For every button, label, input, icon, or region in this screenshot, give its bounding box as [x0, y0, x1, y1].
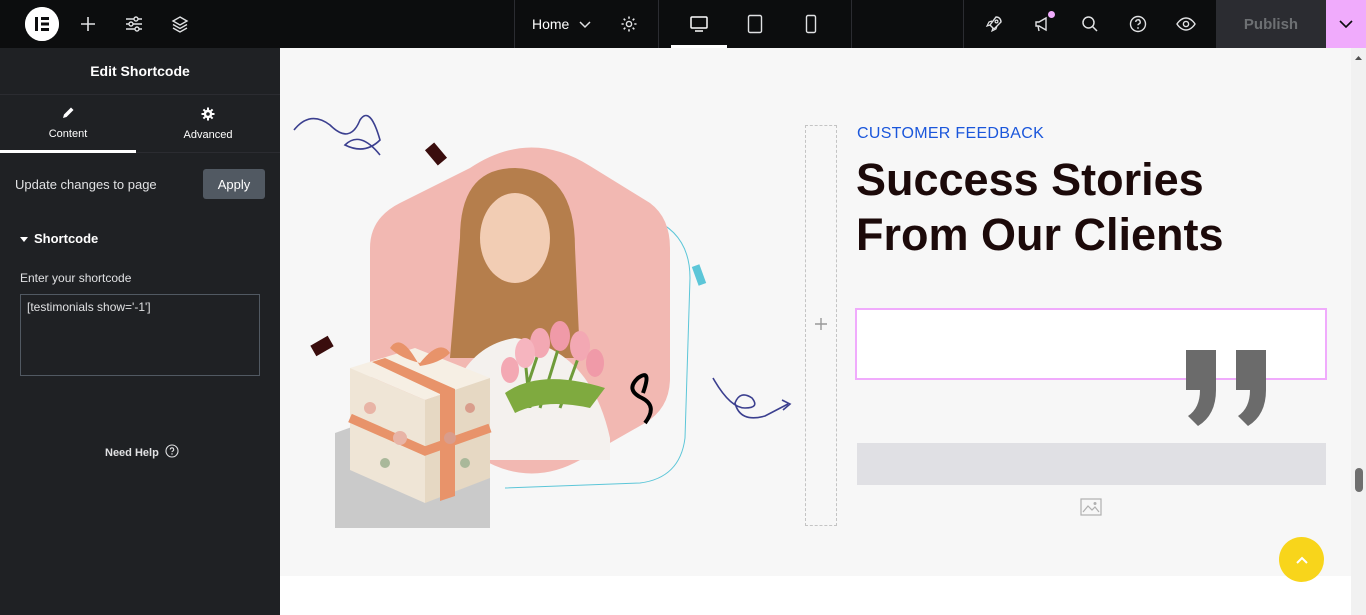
tablet-icon[interactable]: [741, 0, 769, 48]
panel-title: Edit Shortcode: [0, 48, 280, 95]
desktop-icon[interactable]: [671, 0, 727, 48]
eye-icon[interactable]: [1172, 0, 1200, 48]
canvas-scrollbar[interactable]: [1351, 48, 1366, 615]
top-bar: Home Publish: [0, 0, 1366, 48]
section-headline: Success Stories From Our Clients: [856, 154, 1224, 260]
panel-tabs: Content Advanced: [0, 95, 280, 153]
apply-button[interactable]: Apply: [203, 169, 265, 199]
update-row: Update changes to page Apply: [15, 169, 265, 199]
section-eyebrow: CUSTOMER FEEDBACK: [857, 125, 1045, 142]
section-title: Shortcode: [34, 231, 99, 246]
scroll-to-top-button[interactable]: [1279, 537, 1324, 582]
mobile-icon[interactable]: [797, 0, 825, 48]
rocket-icon[interactable]: [980, 0, 1008, 48]
search-icon[interactable]: [1076, 0, 1104, 48]
gear-icon: [201, 107, 215, 124]
preview-canvas: CUSTOMER FEEDBACK Success Stories From O…: [280, 48, 1351, 615]
divider: [963, 0, 964, 48]
chevron-down-icon: [579, 16, 591, 32]
help-icon[interactable]: [1124, 0, 1152, 48]
add-widget-placeholder[interactable]: [805, 125, 837, 526]
page-select[interactable]: Home: [532, 0, 591, 48]
testimonial-placeholder-bar: [857, 443, 1326, 485]
caret-down-icon: [20, 231, 28, 246]
divider: [658, 0, 659, 48]
editor-panel: Edit Shortcode Content Advanced Update c…: [0, 48, 280, 615]
section-shortcode-toggle[interactable]: Shortcode: [20, 231, 98, 246]
shortcode-field-label: Enter your shortcode: [20, 271, 132, 285]
tab-advanced-label: Advanced: [183, 129, 233, 141]
publish-options-button[interactable]: [1326, 0, 1366, 48]
image-placeholder-icon: [1080, 498, 1102, 521]
tab-advanced[interactable]: Advanced: [140, 95, 276, 153]
chevron-up-icon: [1295, 551, 1308, 569]
notification-dot: [1048, 11, 1055, 18]
pencil-icon: [61, 106, 75, 123]
layers-icon[interactable]: [166, 0, 194, 48]
page-name: Home: [532, 16, 570, 32]
next-section: [280, 576, 1351, 615]
shortcode-textarea[interactable]: [testimonials show='-1']: [20, 294, 260, 376]
tab-content[interactable]: Content: [0, 95, 136, 153]
help-icon: [165, 444, 179, 461]
gear-icon[interactable]: [615, 0, 643, 48]
sliders-icon[interactable]: [120, 0, 148, 48]
divider: [514, 0, 515, 48]
tab-content-label: Content: [48, 127, 88, 140]
divider: [851, 0, 852, 48]
update-text: Update changes to page: [15, 176, 157, 192]
chevron-down-icon: [1339, 15, 1353, 33]
elementor-logo-icon[interactable]: [25, 7, 59, 41]
need-help-label: Need Help: [105, 446, 159, 459]
megaphone-icon[interactable]: [1028, 0, 1056, 48]
need-help-link[interactable]: Need Help: [105, 444, 179, 461]
plus-icon[interactable]: [74, 0, 102, 48]
scroll-up-arrow-icon[interactable]: [1351, 52, 1366, 64]
scrollbar-thumb[interactable]: [1355, 468, 1363, 492]
hero-illustration: [290, 108, 800, 563]
plus-icon: [814, 314, 828, 337]
publish-button[interactable]: Publish: [1216, 0, 1326, 48]
